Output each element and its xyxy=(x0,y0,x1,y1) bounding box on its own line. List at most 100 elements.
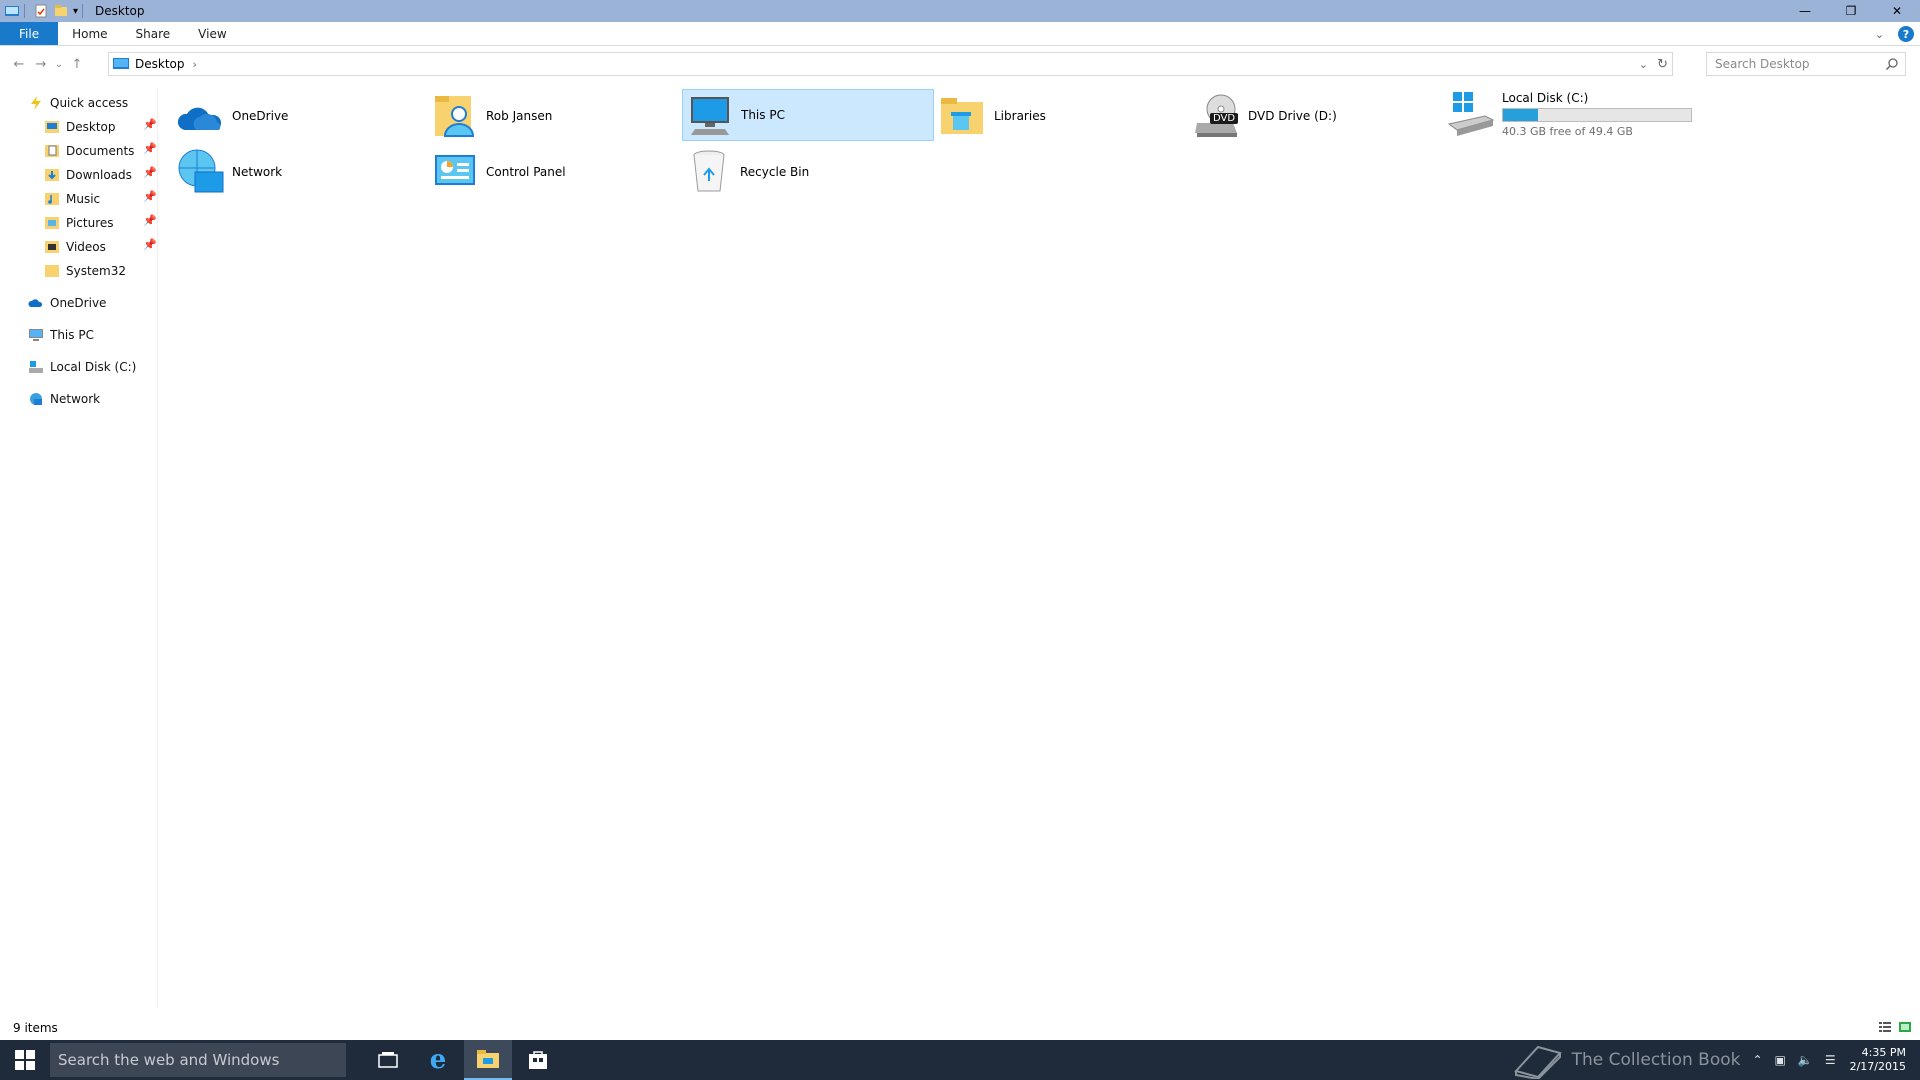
item-dvd-drive[interactable]: DVD DVD Drive (D:) xyxy=(1190,90,1442,142)
search-placeholder: Search Desktop xyxy=(1715,57,1810,71)
nav-label: Videos xyxy=(66,240,106,254)
recent-locations-button[interactable]: ⌄ xyxy=(52,53,66,75)
item-label: Control Panel xyxy=(486,165,566,179)
taskbar: Search the web and Windows e The Collect… xyxy=(0,1040,1920,1080)
large-icons-view-icon[interactable] xyxy=(1898,1020,1912,1034)
nav-label: Music xyxy=(66,192,101,206)
address-bar[interactable]: Desktop › ⌄ ↻ xyxy=(108,52,1673,76)
control-panel-icon xyxy=(435,155,475,185)
expand-ribbon-chevron-icon[interactable]: ⌄ xyxy=(1875,28,1884,41)
taskbar-search-input[interactable]: Search the web and Windows xyxy=(50,1043,346,1077)
nav-label: Network xyxy=(50,392,101,406)
folder-icon xyxy=(45,265,59,277)
nav-documents[interactable]: Documents xyxy=(44,140,134,162)
close-button[interactable]: ✕ xyxy=(1874,0,1920,22)
documents-folder-icon xyxy=(45,145,59,157)
nav-local-disk[interactable]: Local Disk (C:) xyxy=(28,356,136,378)
breadcrumb-chevron-icon[interactable]: › xyxy=(193,58,197,71)
help-button[interactable]: ? xyxy=(1898,26,1914,42)
back-button[interactable]: ← xyxy=(8,53,30,75)
nav-system32[interactable]: System32 xyxy=(44,260,126,282)
window-title: Desktop xyxy=(95,4,145,18)
toolbar-separator xyxy=(24,4,25,18)
nav-downloads[interactable]: Downloads xyxy=(44,164,132,186)
up-button[interactable]: ↑ xyxy=(66,53,88,75)
nav-onedrive[interactable]: OneDrive xyxy=(28,292,106,314)
network-icon xyxy=(178,149,224,193)
item-label: This PC xyxy=(741,108,785,122)
tab-view[interactable]: View xyxy=(184,22,240,45)
pictures-folder-icon xyxy=(45,217,59,229)
nav-label: This PC xyxy=(50,328,94,342)
properties-icon[interactable] xyxy=(33,3,49,19)
disk-usage-bar xyxy=(1502,107,1692,122)
volume-icon[interactable]: 🔈 xyxy=(1798,1053,1813,1067)
network-status-icon[interactable]: ▣ xyxy=(1775,1053,1786,1067)
store-button[interactable] xyxy=(514,1040,562,1080)
quick-access-toolbar: ▾ xyxy=(0,0,87,22)
watermark: The Collection Book xyxy=(1512,1041,1741,1079)
item-label: Local Disk (C:) xyxy=(1502,90,1589,105)
watermark-text: The Collection Book xyxy=(1571,1050,1741,1070)
nav-label: Documents xyxy=(66,144,135,158)
title-bar: ▾ Desktop — ❐ ✕ xyxy=(0,0,1920,22)
toolbar-separator xyxy=(82,4,84,18)
item-onedrive[interactable]: OneDrive xyxy=(174,90,426,142)
internet-explorer-icon: e xyxy=(429,1045,447,1075)
nav-videos[interactable]: Videos xyxy=(44,236,106,258)
new-folder-icon[interactable] xyxy=(53,3,69,19)
internet-explorer-button[interactable]: e xyxy=(414,1040,462,1080)
start-button[interactable] xyxy=(0,1040,50,1080)
item-control-panel[interactable]: Control Panel xyxy=(428,146,680,198)
item-recycle-bin[interactable]: Recycle Bin xyxy=(682,146,934,198)
nav-this-pc[interactable]: This PC xyxy=(28,324,94,346)
item-rob-jansen[interactable]: Rob Jansen xyxy=(428,90,680,142)
restore-button[interactable]: ❐ xyxy=(1828,0,1874,22)
action-center-icon[interactable]: ☰ xyxy=(1825,1053,1836,1067)
nav-music[interactable]: Music xyxy=(44,188,100,210)
explorer-window-icon[interactable] xyxy=(4,3,20,19)
nav-label: Local Disk (C:) xyxy=(50,360,137,374)
details-view-icon[interactable] xyxy=(1878,1020,1892,1034)
nav-label: Downloads xyxy=(66,168,132,182)
nav-pictures[interactable]: Pictures xyxy=(44,212,114,234)
tab-home[interactable]: Home xyxy=(58,22,121,45)
file-explorer-icon xyxy=(477,1050,499,1068)
pin-icon[interactable]: 📌 xyxy=(143,238,157,251)
search-input[interactable]: Search Desktop xyxy=(1706,52,1906,76)
item-local-disk[interactable]: Local Disk (C:) 40.3 GB free of 49.4 GB xyxy=(1444,88,1884,140)
clock[interactable]: 4:35 PM 2/17/2015 xyxy=(1850,1046,1906,1074)
minimize-button[interactable]: — xyxy=(1782,0,1828,22)
content-pane: OneDrive Rob Jansen This PC Libraries DV… xyxy=(170,88,1910,1008)
search-icon[interactable] xyxy=(1885,57,1899,71)
show-hidden-icons-icon[interactable]: ⌃ xyxy=(1752,1053,1762,1067)
item-libraries[interactable]: Libraries xyxy=(936,90,1188,142)
refresh-icon[interactable]: ↻ xyxy=(1657,57,1668,72)
nav-quick-access[interactable]: Quick access xyxy=(28,92,128,114)
nav-label: Pictures xyxy=(66,216,114,230)
item-this-pc[interactable]: This PC xyxy=(682,89,934,141)
network-icon xyxy=(30,393,42,405)
pin-icon[interactable]: 📌 xyxy=(143,118,157,131)
breadcrumb-desktop[interactable]: Desktop xyxy=(135,57,185,71)
file-explorer-button[interactable] xyxy=(464,1040,512,1080)
desktop-folder-icon xyxy=(45,121,59,133)
ribbon-tabs: File Home Share View ⌄ ? xyxy=(0,22,1920,46)
item-network[interactable]: Network xyxy=(174,146,426,198)
pin-icon[interactable]: 📌 xyxy=(143,166,157,179)
tab-share[interactable]: Share xyxy=(122,22,185,45)
task-view-button[interactable] xyxy=(364,1040,412,1080)
pin-icon[interactable]: 📌 xyxy=(143,214,157,227)
nav-desktop[interactable]: Desktop xyxy=(44,116,116,138)
forward-button[interactable]: → xyxy=(30,53,52,75)
nav-network[interactable]: Network xyxy=(28,388,100,410)
videos-folder-icon xyxy=(45,241,59,253)
item-label: OneDrive xyxy=(232,109,289,123)
windows-logo-icon xyxy=(15,1050,35,1070)
pin-icon[interactable]: 📌 xyxy=(143,142,157,155)
customize-toolbar-chevron-icon[interactable]: ▾ xyxy=(73,6,78,17)
tab-file[interactable]: File xyxy=(0,22,59,45)
pin-icon[interactable]: 📌 xyxy=(143,190,157,203)
desktop-icon xyxy=(113,58,129,69)
address-dropdown-icon[interactable]: ⌄ xyxy=(1639,58,1648,71)
